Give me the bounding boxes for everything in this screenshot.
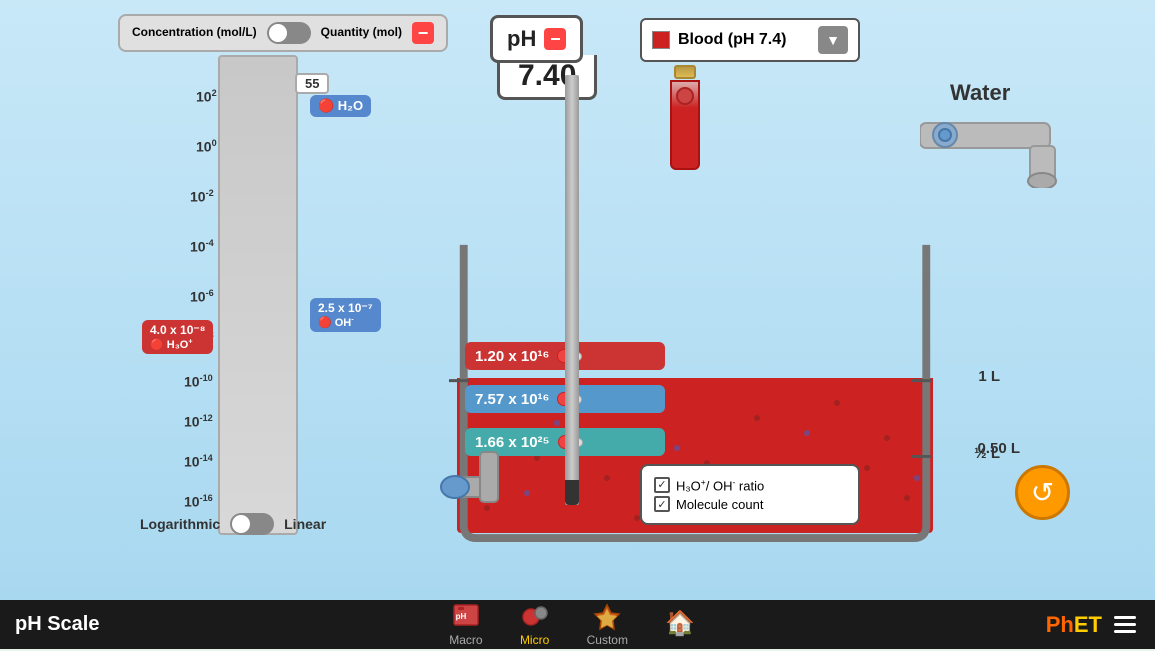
h2o-qty-box: 55 bbox=[295, 73, 329, 94]
micro-tab-icon bbox=[519, 603, 551, 631]
app-title: pH Scale bbox=[15, 613, 99, 636]
macro-tab-icon: pH bbox=[450, 603, 482, 631]
qty-minus-button[interactable]: − bbox=[412, 22, 434, 44]
log-linear-panel: Logarithmic Linear bbox=[140, 513, 326, 535]
ratio-label: H₃O+/ OH- ratio bbox=[676, 477, 764, 493]
svg-text:pH: pH bbox=[456, 612, 467, 621]
concentration-label: Concentration (mol/L) bbox=[132, 25, 257, 41]
conc-qty-toggle[interactable] bbox=[267, 22, 311, 44]
oh-conc-label: 2.5 x 10⁻⁷ 🔴 OH- bbox=[310, 298, 381, 332]
h2o-label-box: 🔴 H₂O bbox=[310, 95, 371, 117]
custom-tab-icon bbox=[591, 603, 623, 631]
scale-background bbox=[218, 55, 298, 535]
ph-probe-rod bbox=[565, 75, 579, 505]
drain-faucet-left bbox=[440, 442, 530, 527]
phet-t: T bbox=[1089, 612, 1102, 637]
tab-custom[interactable]: Custom bbox=[569, 599, 646, 651]
blood-label: Blood (pH 7.4) bbox=[678, 31, 810, 49]
current-volume: 0.50 L bbox=[977, 440, 1020, 457]
micro-tab-label: Micro bbox=[520, 633, 549, 647]
water-faucet-svg bbox=[920, 88, 1100, 188]
scale-10-m10: 10-10 bbox=[184, 373, 213, 390]
hamburger-menu-icon[interactable] bbox=[1110, 612, 1140, 637]
bottom-tabs: pH Macro Micro Custom bbox=[431, 599, 714, 651]
scale-10-m2: 10-2 bbox=[190, 188, 214, 205]
home-button[interactable]: 🏠 bbox=[646, 606, 714, 644]
bottom-bar: pH Scale pH Macro Micro bbox=[0, 600, 1155, 649]
phet-h: E bbox=[1074, 612, 1089, 637]
reset-icon: ↺ bbox=[1031, 476, 1054, 509]
phet-logo-text: PhET bbox=[1046, 612, 1102, 638]
macro-tab-label: Macro bbox=[449, 633, 482, 647]
reset-button[interactable]: ↺ bbox=[1015, 465, 1070, 520]
quantity-label: Quantity (mol) bbox=[321, 25, 402, 41]
ph-minus-button[interactable]: − bbox=[544, 28, 566, 50]
simulation-area: Concentration (mol/L) Quantity (mol) − 1… bbox=[0, 0, 1155, 600]
ratio-row: ✓ H₃O+/ OH- ratio bbox=[654, 477, 846, 493]
blood-vial bbox=[660, 65, 710, 185]
scale-10-2: 102 bbox=[196, 88, 217, 105]
blood-dropdown[interactable]: Blood (pH 7.4) ▼ bbox=[640, 18, 860, 62]
log-linear-knob bbox=[232, 515, 250, 533]
conc-qty-panel: Concentration (mol/L) Quantity (mol) − bbox=[118, 14, 448, 52]
molecule-count-checkbox[interactable]: ✓ bbox=[654, 496, 670, 512]
scale-10-m14: 10-14 bbox=[184, 453, 213, 470]
ph-meter-label: pH bbox=[507, 26, 536, 52]
scale-10-m16: 10-16 bbox=[184, 493, 213, 510]
ph-meter: pH − bbox=[490, 15, 583, 63]
tab-macro[interactable]: pH Macro bbox=[431, 599, 500, 651]
phet-logo: PhET bbox=[1046, 612, 1140, 638]
molecule-count-row: ✓ Molecule count bbox=[654, 496, 846, 512]
phet-p: Ph bbox=[1046, 612, 1074, 637]
linear-label: Linear bbox=[284, 516, 326, 532]
custom-tab-label: Custom bbox=[587, 633, 628, 647]
logarithmic-label: Logarithmic bbox=[140, 516, 220, 532]
water-faucet-right bbox=[920, 88, 1100, 193]
scale-10-m12: 10-12 bbox=[184, 413, 213, 430]
h3o-conc-label: 4.0 x 10⁻⁸ 🔴 H₃O+ bbox=[142, 320, 213, 354]
scale-10-m6: 10-6 bbox=[190, 288, 214, 305]
blood-color-swatch bbox=[652, 31, 670, 49]
info-box: ✓ H₃O+/ OH- ratio ✓ Molecule count bbox=[640, 464, 860, 525]
scale-10-m4: 10-4 bbox=[190, 238, 214, 255]
molecule-count-label: Molecule count bbox=[676, 497, 763, 512]
volume-1l-marker: 1 L bbox=[978, 368, 1000, 385]
ph-probe-tip bbox=[565, 480, 579, 505]
log-linear-toggle[interactable] bbox=[230, 513, 274, 535]
drain-faucet-svg bbox=[440, 442, 530, 522]
tab-micro[interactable]: Micro bbox=[501, 599, 569, 651]
ratio-checkbox[interactable]: ✓ bbox=[654, 477, 670, 493]
dropdown-arrow-icon[interactable]: ▼ bbox=[818, 26, 848, 54]
scale-10-0: 100 bbox=[196, 138, 217, 155]
toggle-knob bbox=[269, 24, 287, 42]
home-icon: 🏠 bbox=[664, 610, 696, 638]
